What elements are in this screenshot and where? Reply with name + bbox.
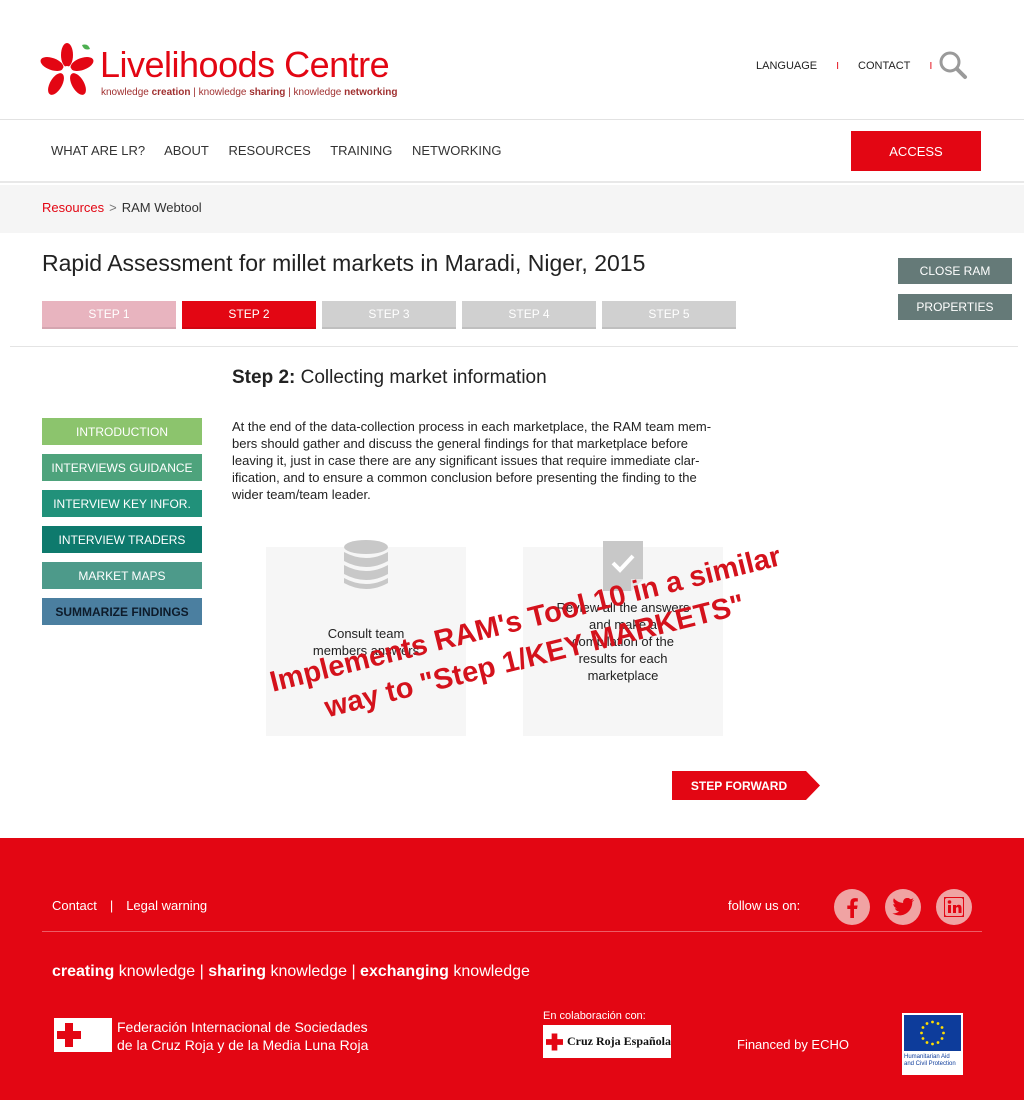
eu-star	[920, 1031, 923, 1035]
footer-divider	[42, 931, 982, 932]
task-card-consult[interactable]: Consult team members answers	[266, 540, 466, 736]
card-caption: Consult team members answers	[312, 626, 420, 658]
step-tabs: STEP 1 STEP 2 STEP 3 STEP 4 STEP 5	[42, 301, 736, 329]
step-forward-button[interactable]: STEP FORWARD	[672, 771, 820, 800]
logo-title: Livelihoods Centre	[100, 44, 390, 85]
step-side-menu: INTRODUCTION INTERVIEWS GUIDANCE INTERVI…	[42, 418, 202, 634]
menu-item-interview-traders[interactable]: INTERVIEW TRADERS	[42, 526, 202, 553]
cruz-roja-espanola-logo[interactable]: Cruz Roja Española	[543, 1025, 671, 1058]
search-icon[interactable]	[938, 50, 968, 80]
eu-humanitarian-logo[interactable]: Humanitarian Aid and Civil Protection	[902, 1013, 963, 1075]
top-links: LANGUAGE I CONTACT I	[756, 60, 948, 72]
card-caption: Review all the answers and make a compil…	[556, 600, 690, 683]
separator: I	[929, 61, 933, 72]
eu-star	[936, 1041, 940, 1044]
logo-tagline: knowledge creation | knowledge sharing |…	[101, 87, 398, 98]
nav-items: WHAT ARE LR? ABOUT RESOURCES TRAINING NE…	[51, 143, 518, 158]
step-description: At the end of the data-collection proces…	[232, 419, 712, 502]
eu-star	[942, 1031, 945, 1035]
nav-item-training[interactable]: TRAINING	[330, 143, 392, 158]
footer-links: Contact | Legal warning	[52, 898, 208, 913]
menu-item-interviews-guidance[interactable]: INTERVIEWS GUIDANCE	[42, 454, 202, 481]
site-header: Livelihoods Centre knowledge creation | …	[0, 0, 1024, 120]
collaboration-label: En colaboración con:	[543, 1010, 646, 1022]
eu-star	[925, 1041, 929, 1044]
tab-step-2[interactable]: STEP 2	[182, 301, 316, 329]
separator: I	[836, 61, 839, 72]
contact-link[interactable]: CONTACT	[858, 60, 910, 72]
menu-item-summarize-findings[interactable]: SUMMARIZE FINDINGS	[42, 598, 202, 625]
step-forward-label: STEP FORWARD	[690, 778, 788, 793]
menu-item-market-maps[interactable]: MARKET MAPS	[42, 562, 202, 589]
eu-star	[940, 1026, 944, 1029]
eu-flag-icon	[904, 1015, 961, 1051]
red-crescent-icon	[88, 1024, 100, 1046]
breadcrumb-resources-link[interactable]: Resources	[42, 200, 104, 215]
breadcrumb-bar: Resources > RAM Webtool	[0, 185, 1024, 233]
menu-item-interview-key-informants[interactable]: INTERVIEW KEY INFOR.	[42, 490, 202, 517]
access-button[interactable]: ACCESS	[851, 131, 981, 171]
nav-item-resources[interactable]: RESOURCES	[228, 143, 310, 158]
menu-item-introduction[interactable]: INTRODUCTION	[42, 418, 202, 445]
eu-caption: Humanitarian Aid and Civil Protection	[904, 1054, 956, 1067]
site-footer: Contact | Legal warning follow us on: crea…	[0, 838, 1024, 1100]
ifrc-name: Federación Internacional de Sociedades d…	[117, 1019, 369, 1053]
tab-step-3[interactable]: STEP 3	[322, 301, 456, 329]
eu-star	[921, 1037, 925, 1040]
language-link[interactable]: LANGUAGE	[756, 60, 817, 72]
ifrc-logo[interactable]	[54, 1018, 112, 1052]
facebook-icon[interactable]	[834, 889, 870, 925]
nav-item-networking[interactable]: NETWORKING	[412, 143, 502, 158]
close-ram-button[interactable]: CLOSE RAM	[898, 258, 1012, 284]
follow-us-label: follow us on:	[728, 898, 801, 913]
livelihoods-centre-logo[interactable]: Livelihoods Centre knowledge creation | …	[38, 42, 408, 104]
properties-button[interactable]: PROPERTIES	[898, 294, 1012, 320]
breadcrumb-separator: >	[109, 200, 117, 215]
document-check-icon	[603, 541, 643, 591]
financed-by-echo: Financed by ECHO	[737, 1037, 849, 1052]
nav-item-what-are-lr[interactable]: WHAT ARE LR?	[51, 143, 145, 158]
divider	[10, 346, 1018, 347]
tab-step-5[interactable]: STEP 5	[602, 301, 736, 329]
tab-step-1[interactable]: STEP 1	[42, 301, 176, 329]
red-cross-icon	[546, 1033, 563, 1050]
database-icon	[344, 540, 388, 589]
eu-star	[931, 1042, 934, 1046]
eu-star	[936, 1022, 940, 1025]
eu-star	[925, 1022, 929, 1025]
nav-item-about[interactable]: ABOUT	[164, 143, 209, 158]
breadcrumb-current: RAM Webtool	[121, 200, 202, 215]
linkedin-icon[interactable]	[936, 889, 972, 925]
eu-star	[940, 1037, 944, 1040]
red-cross-icon	[56, 1023, 81, 1047]
flower-logo-icon	[40, 43, 94, 95]
eu-star	[931, 1020, 934, 1024]
breadcrumb: Resources > RAM Webtool	[42, 200, 202, 215]
tab-step-4[interactable]: STEP 4	[462, 301, 596, 329]
main-nav: WHAT ARE LR? ABOUT RESOURCES TRAINING NE…	[0, 121, 1024, 183]
page-title: Rapid Assessment for millet markets in M…	[42, 250, 646, 276]
footer-contact-link[interactable]: Contact	[52, 898, 97, 913]
twitter-icon[interactable]	[885, 889, 921, 925]
task-card-review[interactable]: Review all the answers and make a compil…	[523, 541, 723, 736]
eu-star	[921, 1026, 925, 1029]
footer-motto: creating knowledge | sharing knowledge |…	[52, 963, 530, 980]
step-heading: Step 2: Collecting market information	[232, 367, 547, 388]
footer-legal-link[interactable]: Legal warning	[126, 898, 207, 913]
